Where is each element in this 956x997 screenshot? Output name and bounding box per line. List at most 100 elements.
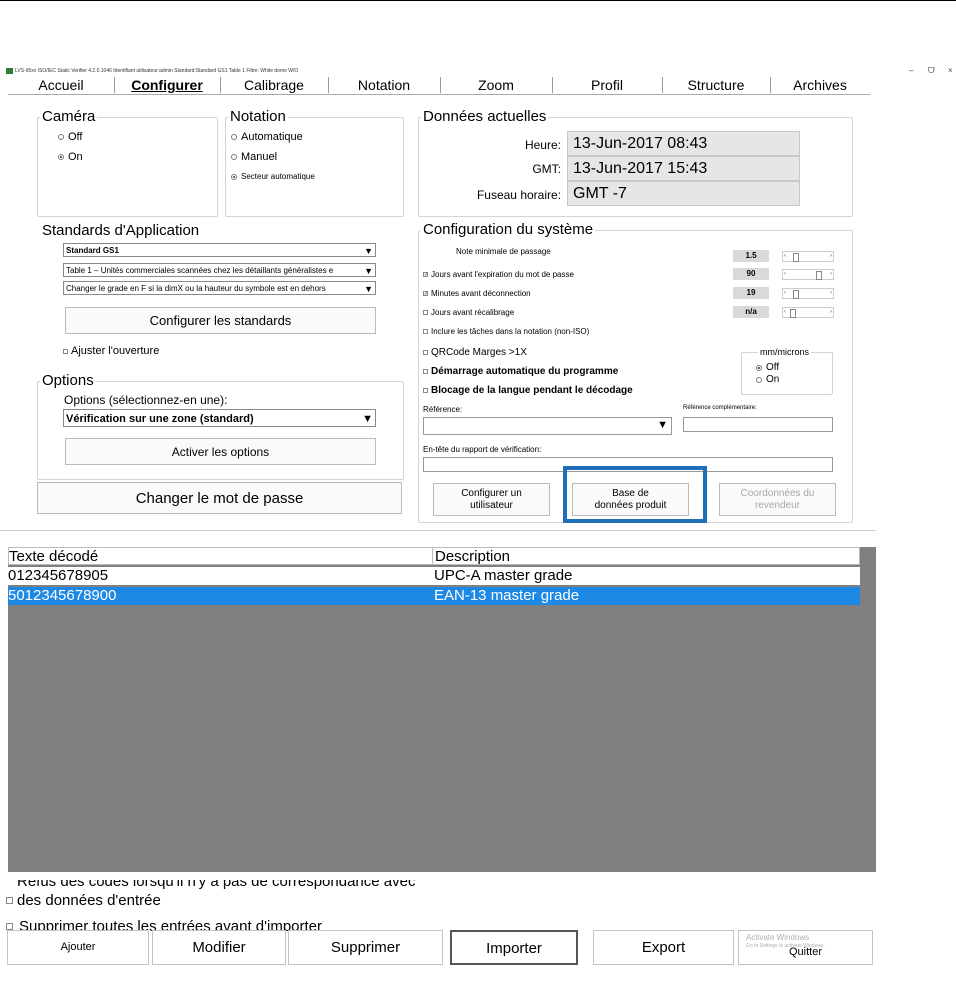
options-label: Options (sélectionnez-en une):	[64, 393, 228, 407]
product-table: Texte décodé Description 012345678905 UP…	[8, 547, 876, 872]
tab-configurer[interactable]: Configurer	[114, 77, 221, 93]
column-header-description[interactable]: Description	[435, 548, 510, 565]
recalibration-checkbox[interactable]: Jours avant récalibrage	[423, 308, 514, 317]
units-off-radio[interactable]: Off	[756, 362, 779, 373]
column-header-decoded-text[interactable]: Texte décodé	[9, 548, 98, 565]
configure-standards-button[interactable]: Configurer les standards	[65, 307, 376, 334]
dropdown-arrow-icon: ▼	[364, 246, 373, 256]
activate-options-button[interactable]: Activer les options	[65, 438, 376, 465]
reseller-contact-button: Coordonnées du revendeur	[719, 483, 836, 516]
tab-profil[interactable]: Profil	[552, 77, 663, 93]
standard-dropdown[interactable]: Standard GS1 ▼	[63, 243, 376, 257]
options-dropdown[interactable]: Vérification sur une zone (standard) ▼	[63, 409, 376, 427]
notation-sector-radio[interactable]: Secteur automatique	[231, 172, 315, 181]
notation-title: Notation	[228, 108, 288, 125]
radio-icon	[231, 154, 237, 160]
report-header-label: En-tête du rapport de vérification:	[423, 445, 542, 454]
change-password-button[interactable]: Changer le mot de passe	[37, 482, 402, 514]
slider-thumb[interactable]	[793, 253, 800, 262]
current-data-group: Données actuelles Heure: 13-Jun-2017 08:…	[418, 109, 853, 217]
checkbox-icon	[63, 348, 68, 354]
dropdown-arrow-icon: ▼	[657, 419, 668, 431]
autostart-checkbox[interactable]: Démarrage automatique du programme	[423, 366, 618, 377]
add-button[interactable]: Ajouter	[7, 930, 149, 965]
table-row-selected[interactable]: 5012345678900 EAN-13 master grade	[8, 587, 860, 605]
camera-off-radio[interactable]: Off	[58, 131, 82, 143]
reject-codes-checkbox[interactable]: Refus des codes lorsqu'il n'y a pas de c…	[6, 880, 626, 914]
logout-minutes-slider[interactable]: ‹ ›	[782, 288, 834, 299]
radio-icon	[756, 376, 762, 383]
top-border-line	[0, 0, 956, 1]
tab-zoom[interactable]: Zoom	[440, 77, 553, 93]
delete-button[interactable]: Supprimer	[288, 930, 443, 965]
grade-rule-dropdown[interactable]: Changer le grade en F si la dimX ou la h…	[63, 281, 376, 295]
system-config-title: Configuration du système	[421, 221, 596, 238]
timezone-label: Fuseau horaire:	[476, 188, 561, 202]
checkbox-icon	[423, 350, 428, 355]
min-grade-slider[interactable]: ‹ ›	[782, 251, 834, 262]
maximize-icon[interactable]: ᗜ	[928, 66, 935, 76]
logout-minutes-checkbox[interactable]: ✓ Minutes avant déconnection	[423, 289, 531, 298]
qrcode-margins-checkbox[interactable]: QRCode Marges >1X	[423, 347, 527, 358]
checkbox-checked-icon: ✓	[423, 291, 429, 297]
radio-selected-icon	[231, 173, 237, 180]
checkbox-icon	[6, 923, 13, 930]
checkbox-icon	[6, 897, 13, 904]
checkbox-icon	[423, 388, 428, 393]
slider-thumb[interactable]	[815, 271, 822, 280]
radio-icon	[231, 134, 237, 140]
gmt-value: 13-Jun-2017 15:43	[567, 156, 800, 181]
minimize-icon[interactable]: –	[909, 66, 913, 75]
options-title: Options	[40, 372, 96, 389]
dropdown-arrow-icon: ▼	[362, 413, 373, 425]
slider-thumb[interactable]	[793, 290, 800, 299]
password-expiry-value: 90	[733, 268, 769, 280]
reject-codes-label-line2: des données d'entrée	[17, 892, 161, 909]
dropdown-arrow-icon: ▼	[364, 266, 373, 276]
options-group: Options Options (sélectionnez-en une): V…	[37, 373, 404, 480]
close-icon[interactable]: ×	[948, 66, 953, 75]
notation-manual-radio[interactable]: Manuel	[231, 151, 277, 163]
include-spots-checkbox[interactable]: Inclure les tâches dans la notation (non…	[423, 327, 589, 336]
modify-button[interactable]: Modifier	[152, 930, 286, 965]
reference-input[interactable]: ▼	[423, 417, 672, 435]
password-expiry-slider[interactable]: ‹ ›	[782, 269, 834, 280]
tab-structure[interactable]: Structure	[662, 77, 771, 93]
recalibration-slider[interactable]: ‹ ›	[782, 307, 834, 318]
reference-label: Référence:	[423, 405, 463, 414]
slider-thumb[interactable]	[790, 309, 796, 318]
password-expiry-checkbox[interactable]: ✓ Jours avant l'expiration du mot de pass…	[423, 270, 574, 279]
column-divider	[432, 548, 433, 565]
tab-accueil[interactable]: Accueil	[8, 77, 115, 93]
radio-icon	[58, 134, 64, 140]
notation-group: Notation Automatique Manuel Secteur auto…	[225, 109, 404, 217]
cell-description: EAN-13 master grade	[434, 587, 580, 604]
reference-complement-input[interactable]	[683, 417, 833, 432]
export-button[interactable]: Export	[593, 930, 734, 965]
checkbox-icon	[423, 310, 428, 315]
table-row[interactable]: 012345678905 UPC-A master grade	[8, 567, 860, 585]
cell-description: UPC-A master grade	[434, 567, 573, 584]
radio-selected-icon	[58, 154, 64, 160]
table-dropdown[interactable]: Table 1 – Unités commerciales scannées c…	[63, 263, 376, 277]
recalibration-value: n/a	[733, 306, 769, 318]
units-on-radio[interactable]: On	[756, 374, 779, 385]
camera-on-radio[interactable]: On	[58, 151, 83, 163]
notation-auto-radio[interactable]: Automatique	[231, 131, 303, 143]
standards-title: Standards d'Application	[40, 222, 202, 239]
checkbox-icon	[423, 329, 428, 334]
table-header: Texte décodé Description	[8, 547, 860, 565]
quit-button[interactable]: Quitter	[738, 930, 873, 965]
heure-label: Heure:	[524, 138, 561, 152]
tab-archives[interactable]: Archives	[770, 77, 870, 93]
min-grade-label: Note minimale de passage	[456, 247, 551, 256]
configure-user-button[interactable]: Configurer un utilisateur	[433, 483, 550, 516]
adjust-aperture-checkbox[interactable]: Ajuster l'ouverture	[63, 345, 159, 357]
camera-group: Caméra Off On	[37, 109, 218, 217]
units-group: mm/microns Off On	[741, 347, 833, 395]
language-lock-checkbox[interactable]: Blocage de la langue pendant le décodage	[423, 385, 633, 396]
tab-notation[interactable]: Notation	[328, 77, 441, 93]
tab-calibrage[interactable]: Calibrage	[220, 77, 329, 93]
highlight-box	[563, 466, 707, 523]
import-button[interactable]: Importer	[450, 930, 578, 965]
